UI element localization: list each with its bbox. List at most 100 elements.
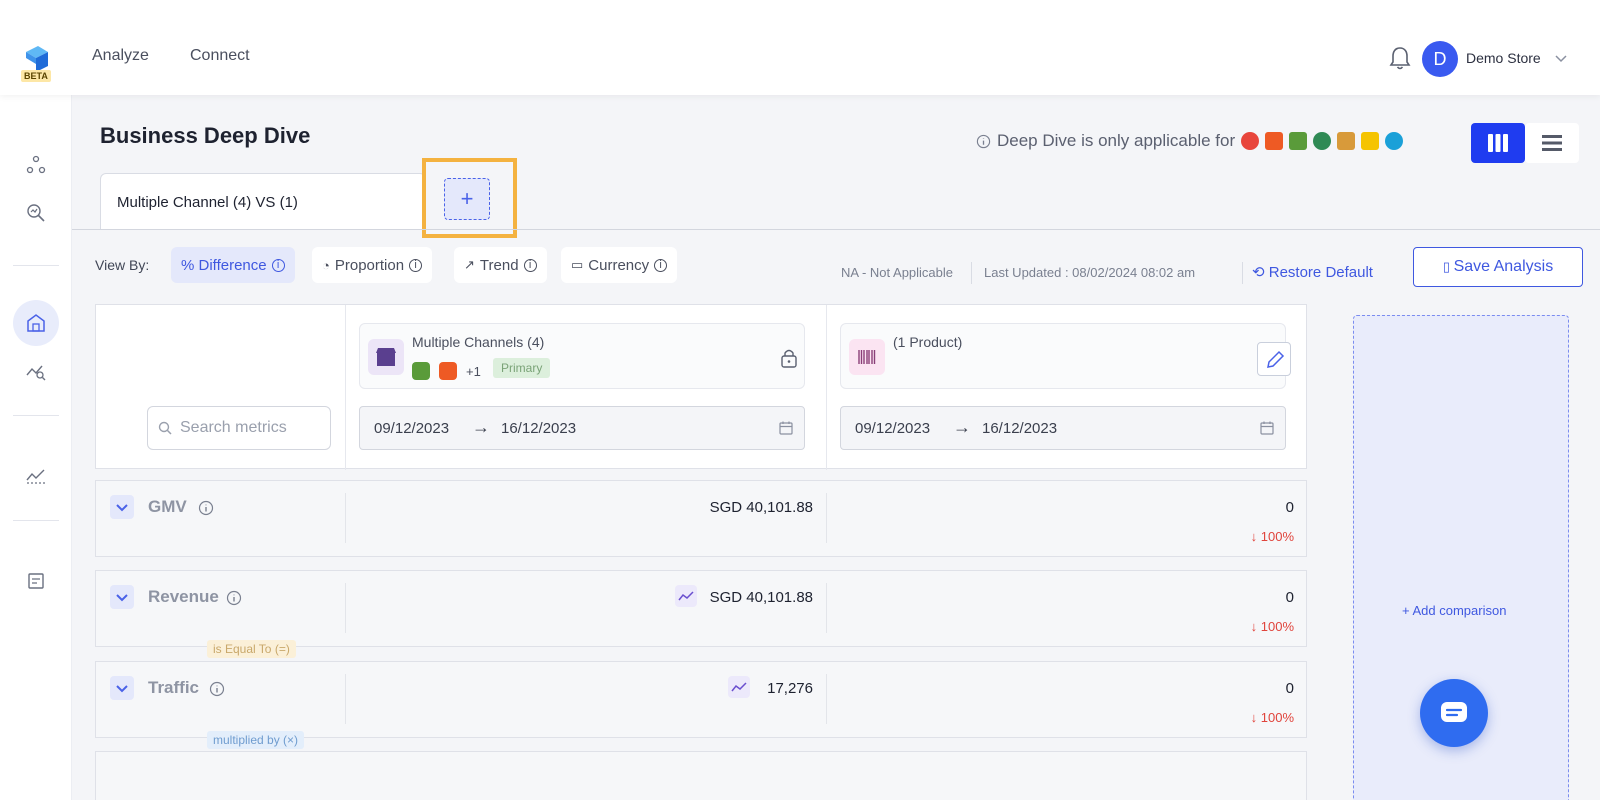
save-label: Save Analysis (1453, 258, 1554, 275)
expand-gmv-button[interactable] (110, 495, 134, 519)
bookmark-icon: ▯ (1442, 259, 1454, 274)
date-arrow: → (472, 417, 490, 437)
list-view-button[interactable] (1525, 123, 1579, 163)
sidebar-search-insight-icon[interactable] (24, 201, 48, 225)
primary-date-to: 16/12/2023 (501, 420, 577, 437)
pie-icon: ◔ (322, 257, 330, 273)
add-tab-button[interactable]: + (444, 178, 490, 220)
column-separator (345, 305, 346, 470)
column-separator (345, 583, 346, 633)
operator-multiply-label: multiplied by (×) (207, 731, 305, 749)
metric-change-value: 100% (1260, 619, 1294, 634)
chevron-down-icon (116, 594, 128, 602)
sidebar-nodes-icon[interactable] (24, 153, 48, 177)
save-analysis-button[interactable]: ▯ Save Analysis (1413, 247, 1583, 287)
secondary-date-range[interactable]: 09/12/2023 → 16/12/2023 (840, 406, 1286, 450)
operator-equal-label: is Equal To (=) (207, 640, 296, 658)
add-comparison-label: Add comparison (1412, 603, 1507, 618)
primary-date-range[interactable]: 09/12/2023 → 16/12/2023 (359, 406, 805, 450)
grid-view-button[interactable] (1471, 123, 1525, 163)
add-comparison-button[interactable]: + Add comparison (1402, 603, 1506, 618)
channel-salesforce-icon (1385, 132, 1404, 150)
column-separator (826, 674, 827, 724)
sidebar-divider (13, 415, 59, 416)
metric-change: ↓ 100% (1250, 619, 1294, 634)
sidebar (0, 95, 72, 800)
view-currency-button[interactable]: ▭ Currency i (561, 247, 678, 283)
toolbar-separator (971, 262, 972, 284)
calendar-icon (779, 421, 793, 435)
restore-label: Restore Default (1268, 264, 1373, 281)
lock-icon (781, 349, 797, 368)
metric-secondary-value: 0 (1285, 680, 1294, 697)
column-separator (345, 493, 346, 543)
metric-secondary-value: 0 (1285, 589, 1294, 606)
calendar-icon (1260, 421, 1274, 435)
chevron-down-icon[interactable] (1554, 51, 1568, 65)
search-icon (158, 421, 172, 435)
store-icon (368, 339, 404, 375)
channel-flipkart-icon (1361, 132, 1380, 150)
extra-channel-count: +1 (466, 364, 481, 379)
info-icon: i (271, 258, 285, 272)
notification-bell-icon[interactable] (1388, 45, 1412, 71)
view-currency-label: Currency (588, 256, 650, 274)
search-metrics-input[interactable]: Search metrics (147, 406, 331, 450)
view-trend-button[interactable]: ↗ Trend i (454, 247, 547, 283)
column-separator (345, 674, 346, 724)
top-navbar: BETA Analyze Connect D Demo Store (0, 0, 1600, 95)
column-separator (826, 305, 827, 470)
tab-comparison[interactable]: Multiple Channel (4) VS (1) (100, 173, 426, 230)
metric-secondary-value: 0 (1285, 499, 1294, 516)
expand-revenue-button[interactable] (110, 585, 134, 609)
chat-button[interactable] (1420, 679, 1488, 747)
tab-label: Multiple Channel (4) VS (1) (117, 194, 298, 211)
restore-default-button[interactable]: ⟲ Restore Default (1252, 263, 1373, 281)
metric-primary-value: SGD 40,101.88 (709, 589, 813, 606)
channel-shopify-icon (412, 362, 430, 380)
sidebar-analytics-icon[interactable] (24, 463, 48, 487)
secondary-date-from: 09/12/2023 (855, 420, 931, 437)
secondary-channel-title: (1 Product) (893, 334, 963, 350)
beta-badge: BETA (21, 70, 51, 82)
edit-comparison-button[interactable] (1257, 342, 1291, 376)
pencil-icon (1267, 350, 1285, 368)
tab-divider (72, 229, 1600, 230)
nav-connect[interactable]: Connect (190, 47, 250, 65)
channel-shopee-icon (439, 362, 457, 380)
info-icon: i (409, 258, 423, 272)
store-name[interactable]: Demo Store (1466, 50, 1541, 66)
trend-chart-icon[interactable] (728, 676, 750, 698)
primary-channel-card[interactable]: Multiple Channels (4) +1 Primary (359, 323, 805, 389)
metric-change-value: 100% (1260, 710, 1294, 725)
sidebar-trend-search-icon[interactable] (24, 359, 48, 383)
info-icon[interactable] (209, 681, 225, 697)
info-icon[interactable] (226, 590, 242, 606)
user-avatar[interactable]: D (1422, 41, 1458, 77)
chevron-down-icon (116, 504, 128, 512)
sidebar-store-icon[interactable] (24, 311, 48, 335)
sidebar-divider (13, 520, 59, 521)
trend-chart-icon[interactable] (675, 585, 697, 607)
sidebar-report-icon[interactable] (24, 569, 48, 593)
view-difference-button[interactable]: % Difference i (171, 247, 295, 283)
channel-lazada-icon (1241, 132, 1260, 150)
channel-shopify-icon (1289, 132, 1308, 150)
channel-tokopedia-icon (1313, 132, 1332, 150)
metric-name: Traffic (148, 678, 200, 697)
notice-text: Deep Dive is only applicable for (997, 131, 1236, 150)
main-content: Business Deep Dive Deep Dive is only app… (72, 95, 1600, 800)
comparison-header: Search metrics Multiple Channels (4) +1 … (95, 304, 1307, 470)
trend-icon: ↗ (464, 257, 475, 272)
metric-primary-value: SGD 40,101.88 (709, 499, 813, 516)
secondary-channel-card[interactable]: (1 Product) (840, 323, 1291, 389)
view-proportion-button[interactable]: ◔ Proportion i (312, 247, 433, 283)
info-icon (976, 134, 991, 148)
metric-change-value: 100% (1260, 529, 1294, 544)
view-by-label: View By: (95, 257, 150, 273)
chevron-down-icon (116, 685, 128, 693)
nav-analyze[interactable]: Analyze (92, 47, 149, 65)
expand-traffic-button[interactable] (110, 676, 134, 700)
barcode-icon (849, 339, 885, 375)
info-icon[interactable] (198, 500, 214, 516)
